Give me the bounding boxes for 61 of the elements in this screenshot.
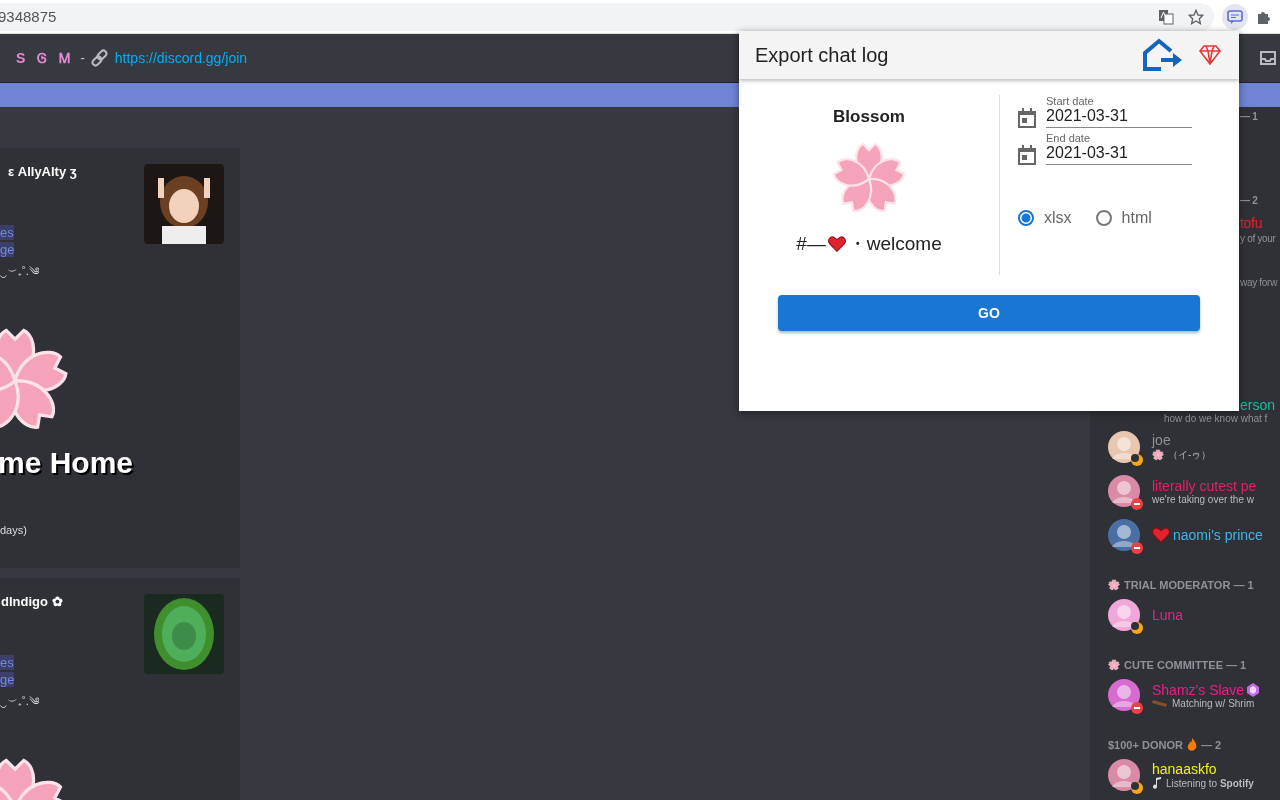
invite-link[interactable]: https://discord.gg/join [114, 50, 248, 66]
member-name[interactable]: hanaaskfo [1152, 761, 1217, 777]
inbox-icon[interactable] [1260, 50, 1276, 66]
member-name[interactable]: naomi's prince [1173, 527, 1263, 543]
member-name[interactable]: Luna [1152, 607, 1184, 623]
heart-icon [1152, 527, 1170, 543]
channel-prefix: #— [796, 233, 826, 255]
member-status: （イ-ゥ） [1168, 448, 1212, 462]
member-status: y of your [1240, 233, 1276, 244]
date-field[interactable]: End date 2021-03-31 [1046, 132, 1192, 165]
format-radio[interactable]: xlsx [1018, 209, 1072, 227]
embed-author: dIndigo ✿ [1, 594, 63, 609]
music-icon [1152, 777, 1162, 789]
date-field[interactable]: Start date 2021-03-31 [1046, 95, 1192, 128]
role-header: — 1 [1240, 111, 1258, 122]
channel-topic: S Ꮆ Ꮇ [16, 49, 75, 67]
member-status: we're taking over the w [1152, 493, 1254, 505]
translate-icon[interactable] [1158, 8, 1174, 25]
member-status: Matching w/ Shrim [1172, 697, 1255, 709]
link-text[interactable]: ge [0, 242, 15, 257]
member-status: Listening to Spotify [1166, 777, 1254, 789]
member-name[interactable]: Shamz's Slave [1152, 681, 1245, 698]
link-text[interactable]: ge [0, 672, 15, 687]
role-header: TRIAL MODERATOR — 1 [1124, 579, 1254, 591]
link-text[interactable]: es [0, 655, 15, 670]
decoration-text: ‿︶₊˚.༄ [0, 264, 40, 280]
flower-icon [1108, 579, 1120, 591]
chat-icon [1227, 8, 1243, 25]
member-name[interactable]: joe [1152, 432, 1171, 448]
server-name: Blossom [833, 107, 905, 127]
calendar-icon[interactable] [1018, 145, 1036, 165]
gem-icon [1247, 682, 1260, 697]
member-status: way forw [1240, 277, 1278, 288]
house-arrow-icon[interactable] [1141, 38, 1183, 72]
extension-button[interactable] [1222, 3, 1248, 30]
channel-name: ・welcome [847, 232, 942, 256]
gem-icon[interactable] [1199, 45, 1221, 65]
member-name[interactable]: tofu [1240, 215, 1263, 231]
role-header: — 2 [1240, 195, 1258, 206]
role-header: CUTE COMMITTEE — 1 [1124, 659, 1247, 671]
embed-footer: days) [0, 524, 27, 536]
embed-author: ε AllyAlty ʒ [8, 164, 77, 179]
format-radio[interactable]: html [1095, 209, 1152, 227]
member-status: how do we know what f [1163, 413, 1269, 424]
link-icon [90, 49, 109, 67]
decoration-text: ‿︶₊˚.༄ [0, 694, 40, 710]
flower-icon [1108, 659, 1120, 671]
link-text[interactable]: es [0, 225, 15, 240]
calendar-icon[interactable] [1018, 108, 1036, 128]
stick-icon [1152, 698, 1168, 708]
flower-icon [1152, 449, 1164, 461]
role-count: — 2 [1200, 739, 1222, 751]
embed-title: me Home [0, 446, 134, 480]
fire-icon [1186, 738, 1197, 752]
role-header: $100+ DONOR [1108, 739, 1183, 751]
star-icon[interactable] [1188, 8, 1204, 25]
heart-icon [827, 236, 846, 252]
popup-title: Export chat log [755, 43, 890, 67]
member-name[interactable]: literally cutest pe [1152, 477, 1257, 494]
go-button[interactable]: GO [778, 295, 1200, 331]
topic-separator: - [80, 50, 85, 66]
